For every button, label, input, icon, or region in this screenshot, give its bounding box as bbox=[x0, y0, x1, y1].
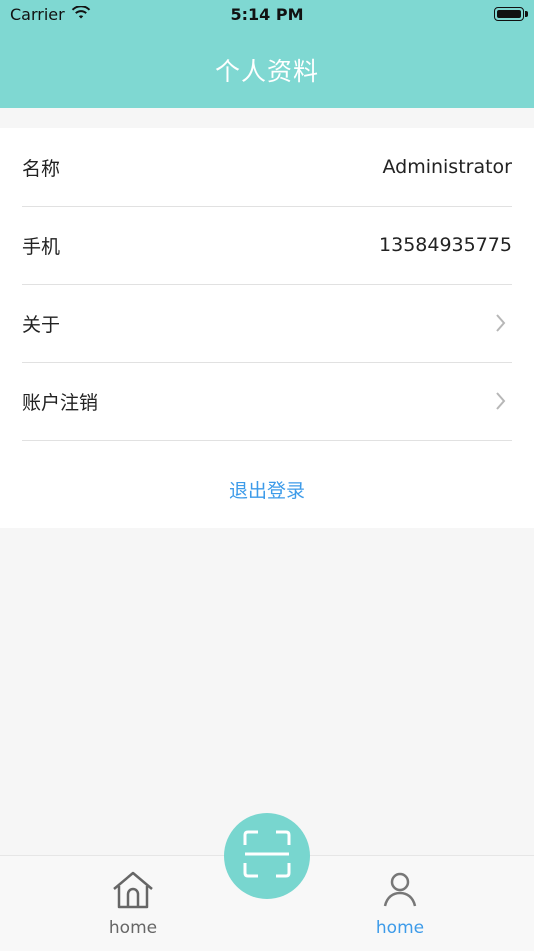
scan-button[interactable] bbox=[224, 813, 310, 899]
tab-label: home bbox=[375, 918, 425, 938]
row-value: 13584935775 bbox=[379, 234, 512, 256]
status-bar: Carrier 5:14 PM bbox=[0, 0, 534, 30]
page-title: 个人资料 bbox=[214, 57, 319, 86]
tab-home[interactable]: home bbox=[73, 870, 193, 938]
status-time: 5:14 PM bbox=[230, 5, 304, 24]
row-label: 关于 bbox=[22, 313, 61, 336]
battery-fill bbox=[497, 10, 521, 18]
row-label: 手机 bbox=[22, 235, 61, 258]
row-label: 名称 bbox=[22, 157, 61, 180]
tab-label: home bbox=[108, 918, 158, 938]
home-icon bbox=[110, 870, 156, 914]
row-label: 账户注销 bbox=[22, 391, 99, 414]
chevron-right-icon bbox=[490, 390, 512, 412]
profile-row-about[interactable]: 关于 bbox=[22, 284, 512, 363]
user-icon bbox=[380, 870, 420, 914]
profile-card: 名称 Administrator 手机 13584935775 关于 账户注销 … bbox=[0, 128, 534, 528]
chevron-right-icon bbox=[490, 312, 512, 334]
profile-row-name: 名称 Administrator bbox=[22, 128, 512, 207]
profile-row-account-cancel[interactable]: 账户注销 bbox=[22, 362, 512, 441]
logout-button[interactable]: 退出登录 bbox=[0, 476, 534, 503]
scan-icon bbox=[240, 827, 294, 885]
profile-row-phone: 手机 13584935775 bbox=[22, 206, 512, 285]
header-bar: Carrier 5:14 PM 个人资料 bbox=[0, 0, 534, 108]
battery-icon bbox=[494, 7, 528, 21]
tab-profile[interactable]: home bbox=[340, 870, 460, 938]
battery-cap bbox=[525, 11, 528, 17]
row-value: Administrator bbox=[382, 156, 512, 178]
